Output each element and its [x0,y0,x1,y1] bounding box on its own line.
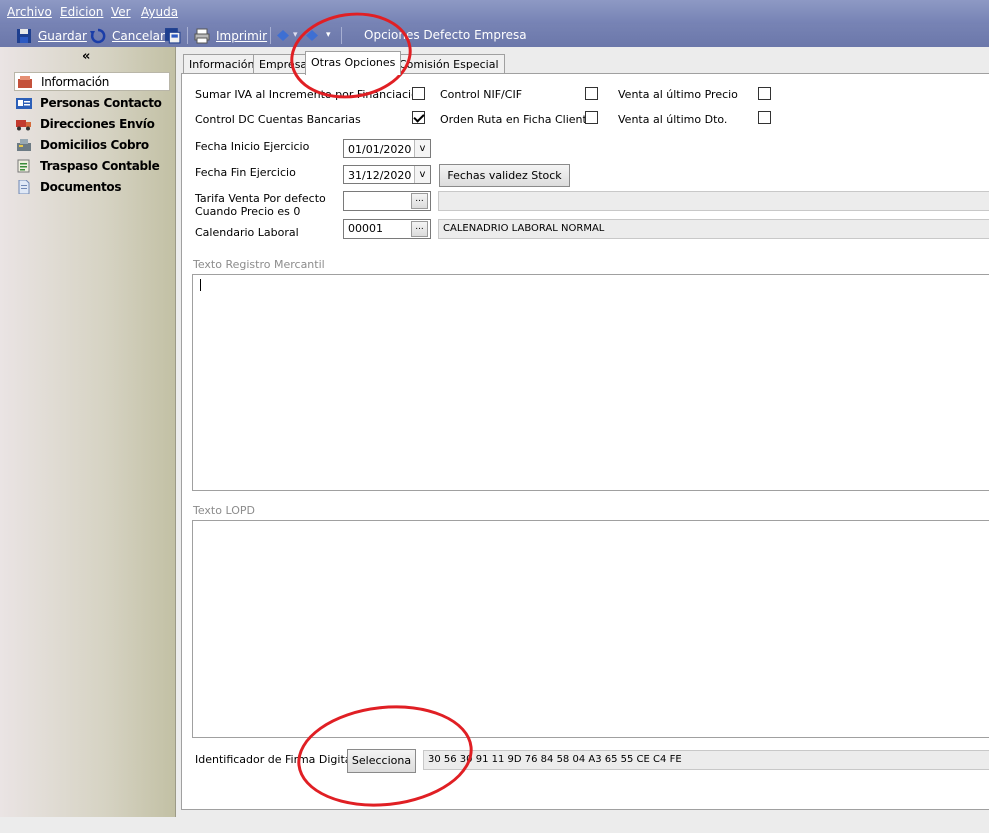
sidebar-item-label: Personas Contacto [40,95,162,110]
menu-ayuda[interactable]: Ayuda [141,5,178,19]
text-caret [200,279,201,291]
firma-digital-value: 30 56 30 91 11 9D 76 84 58 04 A3 65 55 C… [423,750,989,770]
save-icon [17,29,31,43]
sidebar-item-personas-contacto[interactable]: Personas Contacto [14,93,170,112]
orden-ruta-label: Orden Ruta en Ficha Cliente [440,113,594,126]
sidebar-item-informacion[interactable]: Información [14,72,170,91]
venta-ultimo-dto-checkbox[interactable] [758,111,771,124]
sidebar-item-label: Información [41,74,110,89]
venta-ultimo-precio-checkbox[interactable] [758,87,771,100]
window-title: Opciones Defecto Empresa [364,28,527,42]
texto-lopd-label: Texto LOPD [193,504,255,517]
tab-informacion[interactable]: Información [183,54,261,74]
tab-comision-especial[interactable]: Comisión Especial [393,54,505,74]
sidebar: « Información Personas Contacto Direccio… [0,47,176,817]
tarifa-description [438,191,989,211]
menu-bar: Archivo Edicion Ver Ayuda [0,0,989,24]
next-dropdown-icon[interactable]: ▾ [326,30,331,40]
tarifa-browse-button[interactable]: ... [411,193,428,209]
tarifa-label-line2: Cuando Precio es 0 [195,205,301,218]
undo-icon [90,28,106,44]
control-dc-checkbox[interactable] [412,111,425,124]
menu-archivo[interactable]: Archivo [7,5,52,19]
sidebar-item-label: Documentos [40,179,122,194]
chevron-down-icon[interactable]: v [414,140,430,157]
cancelar-label: Cancelar [112,29,165,43]
calendario-label: Calendario Laboral [195,226,299,239]
control-nif-checkbox[interactable] [585,87,598,100]
imprimir-label: Imprimir [216,29,268,43]
delivery-truck-icon [16,119,31,130]
cash-register-icon [17,138,31,151]
menu-ver[interactable]: Ver [111,5,131,19]
guardar-label: Guardar [38,29,87,43]
control-dc-label: Control DC Cuentas Bancarias [195,113,361,126]
calendario-description: CALENADRIO LABORAL NORMAL [438,219,989,239]
texto-registro-label: Texto Registro Mercantil [193,258,325,271]
toolbar-separator [270,27,271,44]
menu-edicion[interactable]: Edicion [60,5,103,19]
sidebar-item-documentos[interactable]: Documentos [14,177,170,196]
sidebar-item-traspaso-contable[interactable]: Traspaso Contable [14,156,170,175]
toolbar: Guardar Cancelar Imprimir ▾ ▾ Opciones D… [0,24,989,47]
info-icon [18,75,32,88]
guardar-button[interactable]: Guardar [16,28,87,44]
status-bar [0,817,989,833]
fecha-fin-label: Fecha Fin Ejercicio [195,166,296,179]
tarifa-label-line1: Tarifa Venta Por defecto [195,192,326,205]
toolbar-separator [341,27,342,44]
imprimir-button[interactable]: Imprimir [194,28,267,44]
firma-digital-label: Identificador de Firma Digital [195,753,355,766]
save-as-icon[interactable] [164,27,181,44]
orden-ruta-checkbox[interactable] [585,111,598,124]
selecciona-button[interactable]: Selecciona [347,749,416,773]
contact-card-icon [16,97,32,109]
venta-ultimo-dto-label: Venta al último Dto. [618,113,728,126]
cancelar-button[interactable]: Cancelar [90,28,165,44]
fechas-validez-stock-button[interactable]: Fechas validez Stock [439,164,570,187]
previous-arrow-icon[interactable] [277,30,289,41]
fecha-inicio-value: 01/01/2020 [348,143,412,156]
texto-lopd-textarea[interactable] [192,520,989,738]
chevron-down-icon[interactable]: v [414,166,430,183]
sidebar-item-domicilios-cobro[interactable]: Domicilios Cobro [14,135,170,154]
texto-registro-textarea[interactable] [192,274,989,491]
sidebar-item-label: Traspaso Contable [40,158,160,173]
next-arrow-icon[interactable] [306,30,318,41]
sumar-iva-checkbox[interactable] [412,87,425,100]
sidebar-item-direcciones-envio[interactable]: Direcciones Envío [14,114,170,133]
fecha-inicio-label: Fecha Inicio Ejercicio [195,140,310,153]
fecha-fin-value: 31/12/2020 [348,169,412,182]
sumar-iva-label: Sumar IVA al Incremento por Financiación [195,88,425,101]
venta-ultimo-precio-label: Venta al último Precio [618,88,738,101]
toolbar-separator [187,27,188,44]
fecha-fin-picker[interactable]: 31/12/2020 v [343,165,431,184]
ledger-icon [17,159,30,172]
sidebar-item-label: Domicilios Cobro [40,137,149,152]
calendario-browse-button[interactable]: ... [411,221,428,237]
sidebar-item-label: Direcciones Envío [40,116,155,131]
control-nif-label: Control NIF/CIF [440,88,523,101]
tab-otras-opciones[interactable]: Otras Opciones [305,51,402,75]
document-icon [18,179,30,194]
printer-icon [194,28,210,44]
previous-dropdown-icon[interactable]: ▾ [293,30,298,40]
collapse-sidebar-icon[interactable]: « [82,49,90,64]
fecha-inicio-picker[interactable]: 01/01/2020 v [343,139,431,158]
